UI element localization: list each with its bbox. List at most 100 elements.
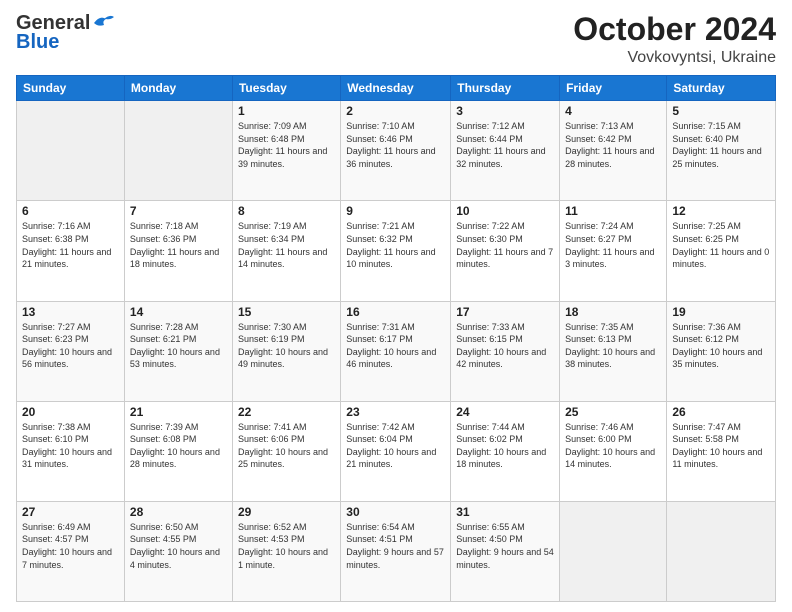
- calendar-cell: 23 Sunrise: 7:42 AMSunset: 6:04 PMDayligh…: [341, 401, 451, 501]
- calendar-cell: 21 Sunrise: 7:39 AMSunset: 6:08 PMDayligh…: [124, 401, 232, 501]
- calendar-cell: 13 Sunrise: 7:27 AMSunset: 6:23 PMDayligh…: [17, 301, 125, 401]
- day-info: Sunrise: 7:18 AMSunset: 6:36 PMDaylight:…: [130, 220, 227, 270]
- day-number: 23: [346, 405, 445, 419]
- calendar-week-row: 13 Sunrise: 7:27 AMSunset: 6:23 PMDayligh…: [17, 301, 776, 401]
- calendar-cell: 17Sunrise: 7:33 AMSunset: 6:15 PMDayligh…: [451, 301, 560, 401]
- logo-blue-text: Blue: [16, 31, 59, 54]
- calendar-cell: 31Sunrise: 6:55 AMSunset: 4:50 PMDayligh…: [451, 501, 560, 601]
- month-title: October 2024: [573, 12, 776, 47]
- day-number: 21: [130, 405, 227, 419]
- calendar-cell: [560, 501, 667, 601]
- day-info: Sunrise: 7:35 AMSunset: 6:13 PMDaylight:…: [565, 321, 661, 371]
- weekday-header-sunday: Sunday: [17, 76, 125, 101]
- calendar-cell: 4 Sunrise: 7:13 AMSunset: 6:42 PMDaylight…: [560, 101, 667, 201]
- weekday-header-thursday: Thursday: [451, 76, 560, 101]
- logo-bird-icon: [92, 13, 114, 31]
- day-info: Sunrise: 6:50 AMSunset: 4:55 PMDaylight:…: [130, 521, 227, 571]
- calendar-cell: 24Sunrise: 7:44 AMSunset: 6:02 PMDayligh…: [451, 401, 560, 501]
- calendar-cell: [17, 101, 125, 201]
- calendar-cell: 12 Sunrise: 7:25 AMSunset: 6:25 PMDayligh…: [667, 201, 776, 301]
- day-info: Sunrise: 6:49 AMSunset: 4:57 PMDaylight:…: [22, 521, 119, 571]
- calendar-cell: 30 Sunrise: 6:54 AMSunset: 4:51 PMDayligh…: [341, 501, 451, 601]
- day-number: 25: [565, 405, 661, 419]
- day-info: Sunrise: 7:10 AMSunset: 6:46 PMDaylight:…: [346, 120, 445, 170]
- day-number: 10: [456, 204, 554, 218]
- day-info: Sunrise: 7:41 AMSunset: 6:06 PMDaylight:…: [238, 421, 335, 471]
- calendar-cell: 3 Sunrise: 7:12 AMSunset: 6:44 PMDaylight…: [451, 101, 560, 201]
- day-number: 17: [456, 305, 554, 319]
- day-info: Sunrise: 7:12 AMSunset: 6:44 PMDaylight:…: [456, 120, 554, 170]
- weekday-header-row: SundayMondayTuesdayWednesdayThursdayFrid…: [17, 76, 776, 101]
- day-number: 16: [346, 305, 445, 319]
- day-number: 24: [456, 405, 554, 419]
- location-title: Vovkovyntsi, Ukraine: [573, 49, 776, 67]
- day-number: 8: [238, 204, 335, 218]
- day-info: Sunrise: 7:46 AMSunset: 6:00 PMDaylight:…: [565, 421, 661, 471]
- calendar-cell: 22 Sunrise: 7:41 AMSunset: 6:06 PMDayligh…: [232, 401, 340, 501]
- calendar-cell: 19 Sunrise: 7:36 AMSunset: 6:12 PMDayligh…: [667, 301, 776, 401]
- day-info: Sunrise: 6:54 AMSunset: 4:51 PMDaylight:…: [346, 521, 445, 571]
- calendar-cell: 6 Sunrise: 7:16 AMSunset: 6:38 PMDaylight…: [17, 201, 125, 301]
- day-number: 1: [238, 104, 335, 118]
- day-info: Sunrise: 7:16 AMSunset: 6:38 PMDaylight:…: [22, 220, 119, 270]
- weekday-header-saturday: Saturday: [667, 76, 776, 101]
- day-info: Sunrise: 7:42 AMSunset: 6:04 PMDaylight:…: [346, 421, 445, 471]
- day-number: 22: [238, 405, 335, 419]
- calendar-cell: 16 Sunrise: 7:31 AMSunset: 6:17 PMDayligh…: [341, 301, 451, 401]
- calendar-cell: 2 Sunrise: 7:10 AMSunset: 6:46 PMDaylight…: [341, 101, 451, 201]
- day-number: 19: [672, 305, 770, 319]
- calendar-week-row: 1 Sunrise: 7:09 AMSunset: 6:48 PMDaylight…: [17, 101, 776, 201]
- calendar-cell: 26 Sunrise: 7:47 AMSunset: 5:58 PMDayligh…: [667, 401, 776, 501]
- logo: General Blue: [16, 12, 114, 54]
- day-number: 2: [346, 104, 445, 118]
- day-number: 7: [130, 204, 227, 218]
- calendar-cell: 27 Sunrise: 6:49 AMSunset: 4:57 PMDayligh…: [17, 501, 125, 601]
- calendar-cell: 15Sunrise: 7:30 AMSunset: 6:19 PMDayligh…: [232, 301, 340, 401]
- calendar-cell: 5Sunrise: 7:15 AMSunset: 6:40 PMDaylight…: [667, 101, 776, 201]
- day-number: 6: [22, 204, 119, 218]
- day-number: 12: [672, 204, 770, 218]
- day-info: Sunrise: 7:30 AMSunset: 6:19 PMDaylight:…: [238, 321, 335, 371]
- calendar-cell: 9Sunrise: 7:21 AMSunset: 6:32 PMDaylight…: [341, 201, 451, 301]
- calendar-cell: 14Sunrise: 7:28 AMSunset: 6:21 PMDayligh…: [124, 301, 232, 401]
- day-info: Sunrise: 7:24 AMSunset: 6:27 PMDaylight:…: [565, 220, 661, 270]
- calendar-cell: 20Sunrise: 7:38 AMSunset: 6:10 PMDayligh…: [17, 401, 125, 501]
- calendar-cell: [124, 101, 232, 201]
- day-number: 5: [672, 104, 770, 118]
- day-info: Sunrise: 7:19 AMSunset: 6:34 PMDaylight:…: [238, 220, 335, 270]
- day-info: Sunrise: 7:47 AMSunset: 5:58 PMDaylight:…: [672, 421, 770, 471]
- day-number: 4: [565, 104, 661, 118]
- day-info: Sunrise: 7:27 AMSunset: 6:23 PMDaylight:…: [22, 321, 119, 371]
- day-info: Sunrise: 6:52 AMSunset: 4:53 PMDaylight:…: [238, 521, 335, 571]
- day-info: Sunrise: 7:25 AMSunset: 6:25 PMDaylight:…: [672, 220, 770, 270]
- day-number: 9: [346, 204, 445, 218]
- weekday-header-tuesday: Tuesday: [232, 76, 340, 101]
- day-number: 18: [565, 305, 661, 319]
- weekday-header-wednesday: Wednesday: [341, 76, 451, 101]
- day-number: 3: [456, 104, 554, 118]
- calendar-cell: 7 Sunrise: 7:18 AMSunset: 6:36 PMDaylight…: [124, 201, 232, 301]
- calendar-cell: 11Sunrise: 7:24 AMSunset: 6:27 PMDayligh…: [560, 201, 667, 301]
- day-info: Sunrise: 6:55 AMSunset: 4:50 PMDaylight:…: [456, 521, 554, 571]
- day-info: Sunrise: 7:39 AMSunset: 6:08 PMDaylight:…: [130, 421, 227, 471]
- calendar-cell: 10Sunrise: 7:22 AMSunset: 6:30 PMDayligh…: [451, 201, 560, 301]
- day-number: 30: [346, 505, 445, 519]
- day-info: Sunrise: 7:31 AMSunset: 6:17 PMDaylight:…: [346, 321, 445, 371]
- day-info: Sunrise: 7:09 AMSunset: 6:48 PMDaylight:…: [238, 120, 335, 170]
- calendar-cell: 18 Sunrise: 7:35 AMSunset: 6:13 PMDayligh…: [560, 301, 667, 401]
- day-number: 14: [130, 305, 227, 319]
- day-info: Sunrise: 7:13 AMSunset: 6:42 PMDaylight:…: [565, 120, 661, 170]
- calendar-cell: 1 Sunrise: 7:09 AMSunset: 6:48 PMDaylight…: [232, 101, 340, 201]
- day-number: 13: [22, 305, 119, 319]
- weekday-header-friday: Friday: [560, 76, 667, 101]
- day-number: 28: [130, 505, 227, 519]
- day-number: 29: [238, 505, 335, 519]
- calendar-week-row: 6 Sunrise: 7:16 AMSunset: 6:38 PMDaylight…: [17, 201, 776, 301]
- calendar-cell: 28 Sunrise: 6:50 AMSunset: 4:55 PMDayligh…: [124, 501, 232, 601]
- calendar-cell: 8 Sunrise: 7:19 AMSunset: 6:34 PMDaylight…: [232, 201, 340, 301]
- day-number: 27: [22, 505, 119, 519]
- title-block: October 2024 Vovkovyntsi, Ukraine: [573, 12, 776, 67]
- day-number: 26: [672, 405, 770, 419]
- weekday-header-monday: Monday: [124, 76, 232, 101]
- day-info: Sunrise: 7:36 AMSunset: 6:12 PMDaylight:…: [672, 321, 770, 371]
